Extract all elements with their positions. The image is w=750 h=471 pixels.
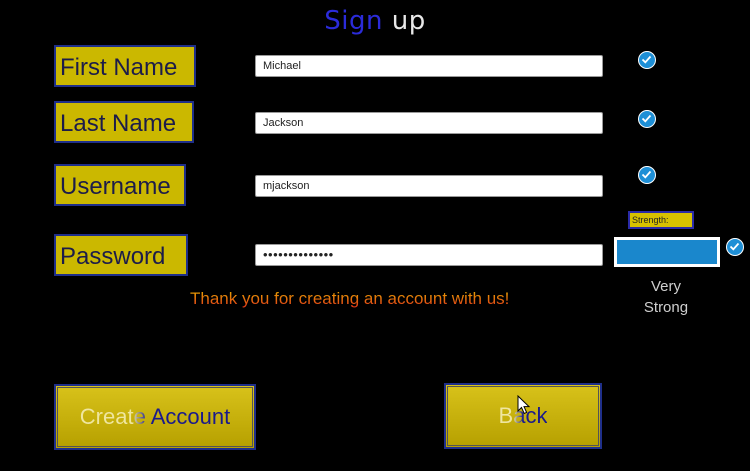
last-name-input[interactable]: Jackson [255,112,603,134]
mouse-pointer-icon [517,395,531,415]
strength-label: Strength: [628,211,694,229]
username-check-icon [638,166,656,184]
strength-level-line2: Strong [643,299,689,316]
page-title: Sign up [0,6,750,36]
page-title-part1: Sign [324,6,383,36]
last-name-label: Last Name [54,101,194,143]
success-message: Thank you for creating an account with u… [190,289,570,309]
first-name-check-icon [638,51,656,69]
last-name-check-icon [638,110,656,128]
first-name-label: First Name [54,45,196,87]
page-title-part2: up [382,6,426,36]
strength-level: Very Strong [625,276,707,318]
password-input[interactable]: •••••••••••••• [255,244,603,266]
create-account-label: Create Account [79,404,231,429]
password-label: Password [54,234,188,276]
first-name-input[interactable]: Michael [255,55,603,77]
username-input[interactable]: mjackson [255,175,603,197]
back-button[interactable]: Back [444,383,602,449]
strength-meter [614,237,720,267]
password-check-icon [726,238,744,256]
strength-level-line1: Very [650,278,681,295]
create-account-button[interactable]: Create Account [54,384,256,450]
username-label: Username [54,164,186,206]
strength-meter-fill [617,240,717,264]
